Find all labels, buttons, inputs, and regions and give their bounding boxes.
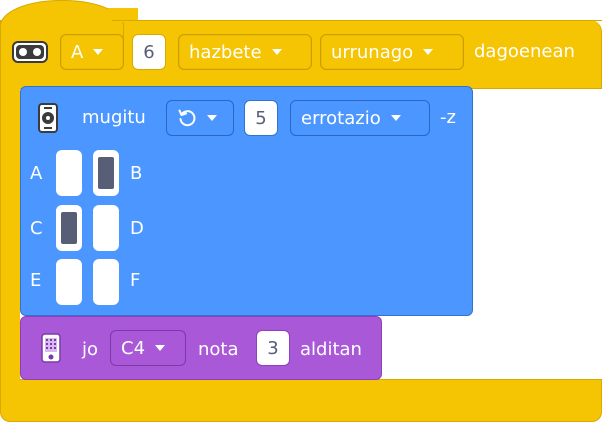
sound-suffix-label: alditan <box>300 339 362 360</box>
move-amount-text: 5 <box>255 107 267 129</box>
port-label-a: A <box>30 163 43 184</box>
chevron-down-icon <box>390 115 401 121</box>
move-amount-field[interactable]: 5 <box>244 100 278 136</box>
motor-action-label: mugitu <box>82 107 146 128</box>
direction-dropdown[interactable] <box>166 100 234 136</box>
motor-pair-icon <box>36 103 60 133</box>
sound-action-label: jo <box>82 339 99 360</box>
comparison-value: urrunago <box>331 41 414 63</box>
port-label-b: B <box>130 163 143 184</box>
note-dropdown[interactable]: C4 <box>110 330 186 366</box>
repeat-count-text: 3 <box>267 337 279 359</box>
distance-value-field[interactable]: 6 <box>132 34 166 70</box>
port-label-c: C <box>30 218 43 239</box>
comparison-dropdown[interactable]: urrunago <box>320 34 464 70</box>
chevron-down-icon <box>155 345 166 351</box>
distance-value-text: 6 <box>143 41 155 63</box>
distance-unit-dropdown[interactable]: hazbete <box>178 34 312 70</box>
chevron-down-icon <box>423 49 434 55</box>
port-toggle-c[interactable] <box>56 205 82 251</box>
port-selected-marker <box>98 157 114 189</box>
port-toggle-d[interactable] <box>93 205 119 251</box>
port-toggle-e[interactable] <box>56 259 82 305</box>
port-selected-marker <box>61 212 77 244</box>
motor-suffix-label: -z <box>440 107 456 128</box>
port-label-e: E <box>30 270 42 291</box>
sensor-port-value: A <box>71 41 84 63</box>
distance-sensor-icon <box>12 40 48 64</box>
event-suffix-label: dagoenean <box>474 41 575 62</box>
move-unit-value: errotazio <box>301 107 381 129</box>
port-toggle-b[interactable] <box>93 150 119 196</box>
rotate-counterclockwise-icon <box>177 108 197 128</box>
sensor-port-dropdown[interactable]: A <box>60 34 124 70</box>
move-unit-dropdown[interactable]: errotazio <box>290 100 430 136</box>
distance-unit-value: hazbete <box>189 41 262 63</box>
note-value: C4 <box>121 337 146 359</box>
repeat-count-field[interactable]: 3 <box>256 330 290 366</box>
port-label-d: D <box>130 218 144 239</box>
port-toggle-f[interactable] <box>93 259 119 305</box>
port-toggle-a[interactable] <box>56 150 82 196</box>
sound-middle-label: nota <box>198 339 239 360</box>
hub-speaker-icon <box>40 333 62 363</box>
chevron-down-icon <box>207 115 217 121</box>
chevron-down-icon <box>271 49 282 55</box>
chevron-down-icon <box>93 49 104 55</box>
port-label-f: F <box>130 270 141 291</box>
